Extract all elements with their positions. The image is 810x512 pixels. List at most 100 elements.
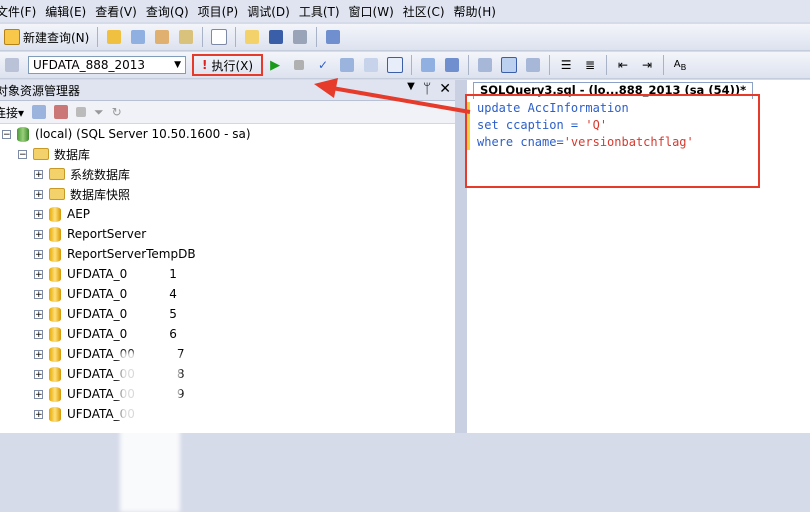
expand-icon[interactable]: +	[34, 249, 43, 259]
server-node[interactable]: − (local) (SQL Server 10.50.1600 - sa)	[2, 124, 251, 144]
results-to-grid-button[interactable]	[385, 55, 405, 75]
dmx-query-button[interactable]	[152, 27, 172, 47]
outdent-icon: ⇤	[618, 58, 629, 72]
disconnect-icon[interactable]	[54, 105, 69, 119]
results-to-text-button[interactable]	[475, 55, 495, 75]
refresh-icon[interactable]: ↻	[112, 105, 122, 119]
results-grid-button[interactable]	[499, 55, 519, 75]
tree-folder-item[interactable]: + 数据库快照	[34, 184, 130, 204]
tree-database-item[interactable]: + AEP	[34, 204, 90, 224]
new-query-icon	[4, 29, 20, 45]
object-explorer-header: 对象资源管理器 ▼ ᛘ ✕	[0, 80, 455, 101]
debug-button[interactable]: ▶	[265, 55, 285, 75]
menu-item-8[interactable]: 社区(C)	[403, 3, 454, 20]
database-icon	[49, 406, 61, 422]
toolbar-separator	[235, 27, 237, 47]
expand-icon[interactable]: +	[34, 229, 43, 239]
database-icon	[49, 386, 61, 402]
indent-icon: ⇥	[642, 58, 653, 72]
save-button[interactable]	[266, 27, 286, 47]
close-icon[interactable]: ✕	[439, 81, 451, 97]
connect-label: 连接	[0, 105, 19, 120]
tree-database-item[interactable]: + UFDATA_0 5	[34, 304, 177, 324]
plan-icon	[340, 58, 355, 72]
tree-database-item[interactable]: + UFDATA_0 6	[34, 324, 177, 344]
expand-icon[interactable]: +	[34, 269, 43, 279]
menu-item-7[interactable]: 窗口(W)	[349, 3, 403, 20]
menu-item-0[interactable]: 文件(F)	[0, 3, 45, 20]
filter-icon[interactable]: ⏷	[94, 105, 104, 120]
tree-database-item[interactable]: + ReportServer	[34, 224, 146, 244]
code-highlight-box	[465, 94, 760, 188]
expand-icon[interactable]: +	[34, 209, 43, 219]
tree-item-label: ReportServer	[67, 227, 147, 241]
cancel-query-button[interactable]	[289, 55, 309, 75]
query-designer-button[interactable]	[361, 55, 381, 75]
connect-icon	[5, 58, 19, 72]
db-engine-query-button[interactable]	[104, 27, 124, 47]
tree-item-label: UFDATA_0	[67, 287, 128, 301]
uncomment-button[interactable]: ≣	[580, 55, 600, 75]
open-button[interactable]	[242, 27, 262, 47]
menu-item-2[interactable]: 查看(V)	[95, 3, 146, 20]
file-results-icon	[526, 58, 541, 72]
expand-icon[interactable]: +	[34, 169, 43, 179]
database-icon	[49, 226, 61, 242]
menu-item-5[interactable]: 调试(D)	[247, 3, 299, 20]
object-explorer-title: 对象资源管理器	[0, 83, 81, 98]
xmla-query-button[interactable]	[176, 27, 196, 47]
stop-icon[interactable]	[76, 107, 87, 117]
connect-dropdown[interactable]: 连接▾	[0, 104, 24, 121]
connect-button[interactable]	[2, 55, 22, 75]
specify-values-button[interactable]: AB	[670, 55, 690, 75]
parse-button[interactable]: ✓	[313, 55, 333, 75]
toolbar-separator	[468, 55, 470, 75]
pin-icon[interactable]: ᛘ	[423, 81, 431, 97]
expand-icon[interactable]: +	[34, 389, 43, 399]
decrease-indent-button[interactable]: ⇤	[613, 55, 633, 75]
databases-label: 数据库	[54, 147, 91, 162]
comment-button[interactable]: ☰	[556, 55, 576, 75]
client-stats-button[interactable]	[442, 55, 462, 75]
connect-server-icon[interactable]	[32, 105, 47, 119]
object-explorer-toolbar: 连接▾ ⏷ ↻	[0, 101, 455, 124]
database-select-value: UFDATA_888_2013	[33, 58, 146, 72]
execute-button[interactable]: ! 执行(X)	[192, 54, 264, 76]
stop-icon	[294, 60, 305, 70]
include-plan-button[interactable]	[418, 55, 438, 75]
menu-item-6[interactable]: 工具(T)	[299, 3, 349, 20]
tree-database-item[interactable]: + UFDATA_0 1	[34, 264, 177, 284]
collapse-icon[interactable]: −	[18, 149, 27, 159]
expand-icon[interactable]: +	[34, 349, 43, 359]
tree-item-label: 系统数据库	[70, 167, 131, 182]
database-select[interactable]: UFDATA_888_2013 ▼	[28, 56, 186, 74]
menu-item-1[interactable]: 编辑(E)	[45, 3, 95, 20]
expand-icon[interactable]: +	[34, 309, 43, 319]
expand-icon[interactable]: +	[34, 289, 43, 299]
folder-icon	[49, 168, 65, 180]
new-query-button[interactable]: 新建查询(N)	[0, 29, 93, 46]
text-results-icon	[478, 58, 493, 72]
increase-indent-button[interactable]: ⇥	[637, 55, 657, 75]
menu-item-4[interactable]: 项目(P)	[198, 3, 248, 20]
menu-item-9[interactable]: 帮助(H)	[454, 3, 505, 20]
expand-icon[interactable]: +	[34, 329, 43, 339]
tree-database-item[interactable]: + UFDATA_0 4	[34, 284, 177, 304]
analysis-query-button[interactable]	[128, 27, 148, 47]
tree-database-item[interactable]: + ReportServerTempDB	[34, 244, 196, 264]
expand-icon[interactable]: +	[34, 189, 43, 199]
databases-node[interactable]: − 数据库	[18, 144, 90, 164]
display-plan-button[interactable]	[337, 55, 357, 75]
database-icon	[49, 246, 61, 262]
expand-icon[interactable]: +	[34, 409, 43, 419]
collapse-icon[interactable]: −	[2, 129, 11, 139]
results-file-button[interactable]	[523, 55, 543, 75]
activity-monitor-button[interactable]	[323, 27, 343, 47]
new-file-button[interactable]	[209, 27, 229, 47]
tree-folder-item[interactable]: + 系统数据库	[34, 164, 130, 184]
database-icon	[49, 366, 61, 382]
print-button[interactable]	[290, 27, 310, 47]
expand-icon[interactable]: +	[34, 369, 43, 379]
dropdown-icon[interactable]: ▼	[407, 81, 415, 97]
menu-item-3[interactable]: 查询(Q)	[146, 3, 198, 20]
